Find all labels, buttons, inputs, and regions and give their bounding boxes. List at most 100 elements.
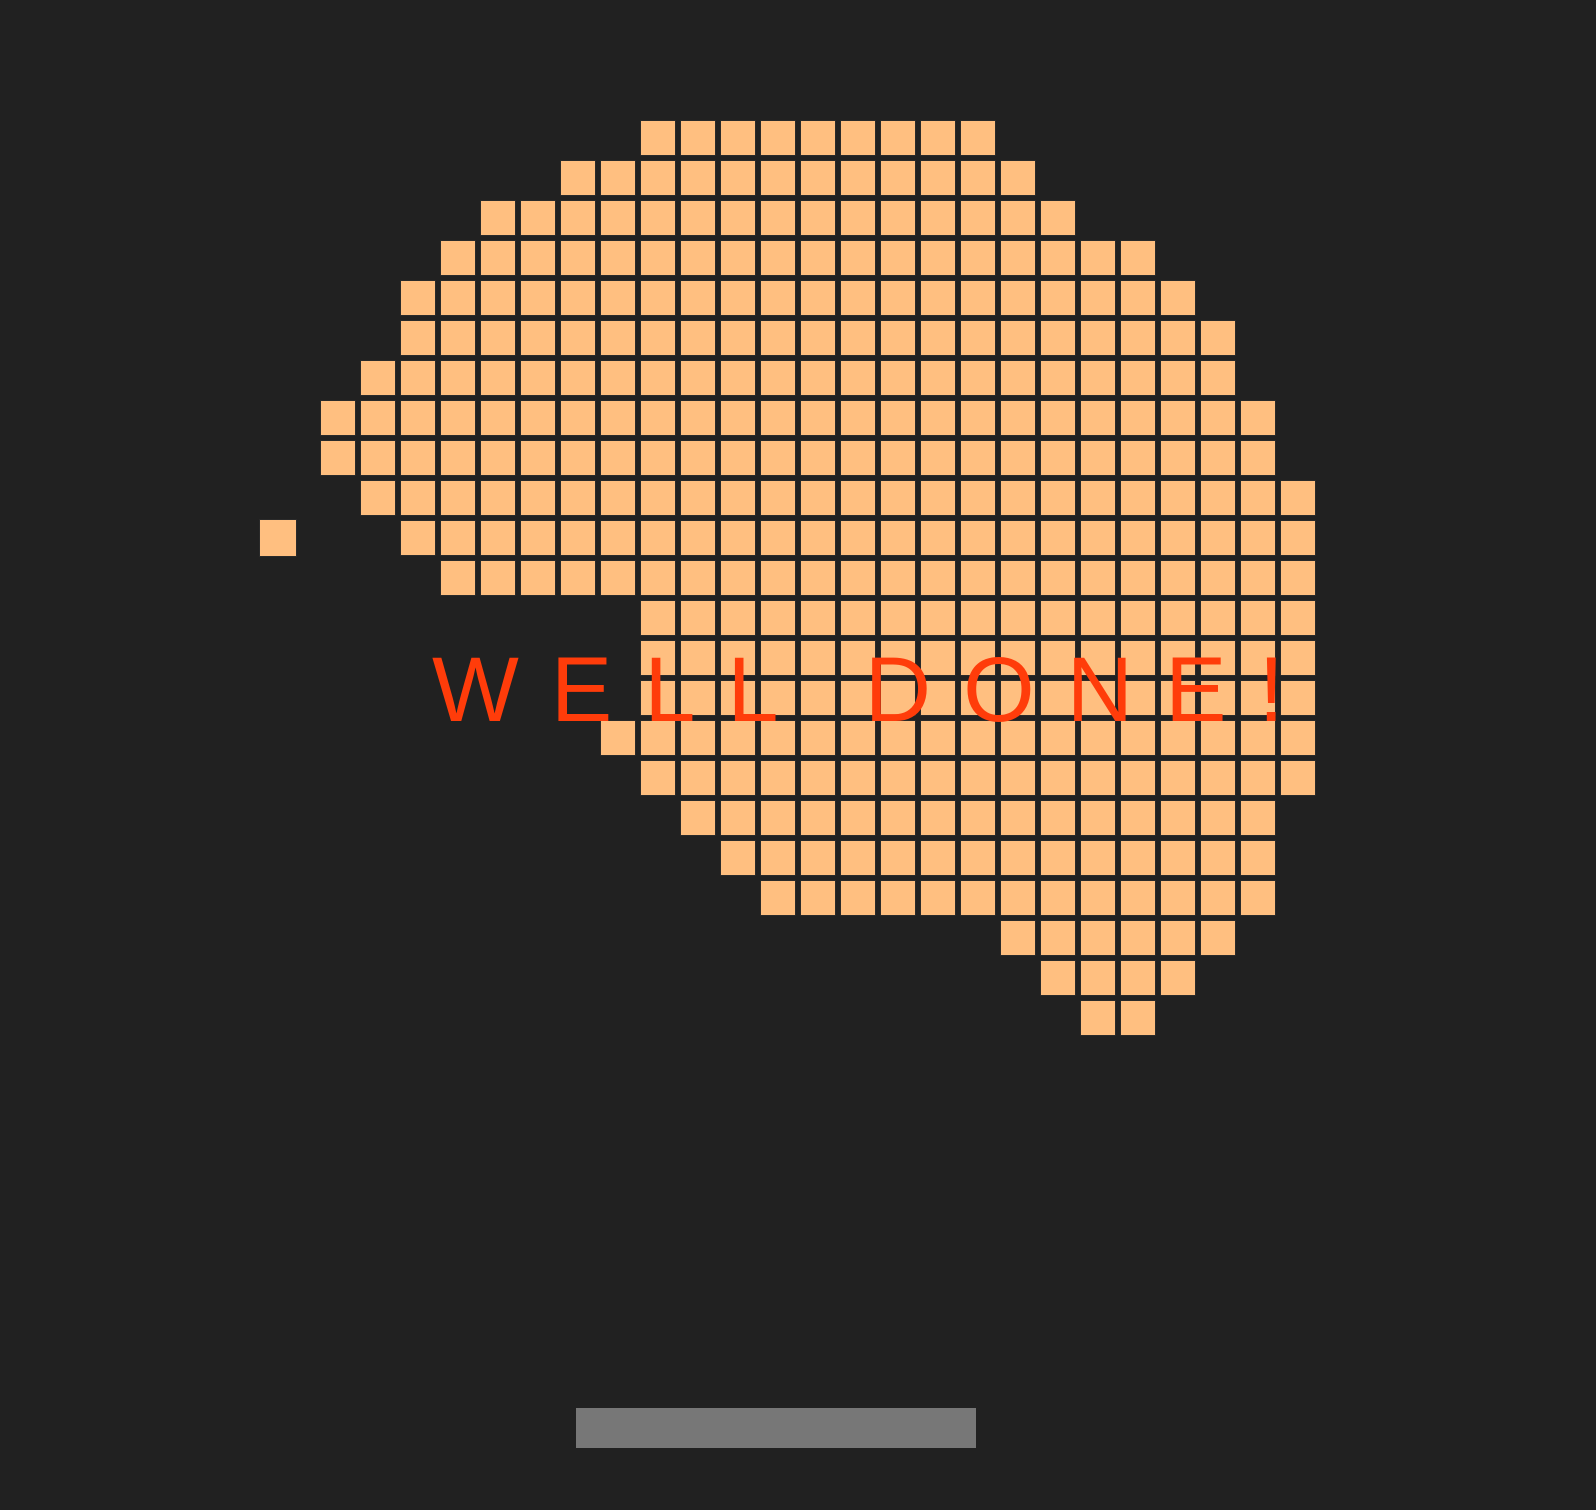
brick xyxy=(720,360,756,396)
brick xyxy=(880,440,916,476)
brick xyxy=(1000,320,1036,356)
brick xyxy=(720,480,756,516)
brick xyxy=(1040,880,1076,916)
brick xyxy=(920,160,956,196)
brick xyxy=(920,320,956,356)
brick xyxy=(680,800,716,836)
brick xyxy=(680,200,716,236)
brick xyxy=(960,440,996,476)
brick xyxy=(920,360,956,396)
brick xyxy=(360,480,396,516)
brick xyxy=(520,200,556,236)
brick xyxy=(400,360,436,396)
brick xyxy=(920,440,956,476)
brick xyxy=(1200,360,1236,396)
brick xyxy=(960,160,996,196)
brick xyxy=(400,440,436,476)
brick xyxy=(480,440,516,476)
brick xyxy=(520,480,556,516)
brick xyxy=(1120,440,1156,476)
brick xyxy=(1120,280,1156,316)
brick xyxy=(1040,960,1076,996)
brick xyxy=(1080,760,1116,796)
brick xyxy=(1120,480,1156,516)
brick xyxy=(1040,840,1076,876)
brick xyxy=(1120,400,1156,436)
brick xyxy=(1200,400,1236,436)
brick xyxy=(1280,520,1316,556)
brick xyxy=(1000,880,1036,916)
brick xyxy=(920,240,956,276)
brick xyxy=(840,560,876,596)
brick xyxy=(840,120,876,156)
brick xyxy=(440,560,476,596)
brick xyxy=(1080,320,1116,356)
brick xyxy=(800,400,836,436)
brick xyxy=(880,320,916,356)
brick xyxy=(800,360,836,396)
brick xyxy=(760,880,796,916)
brick xyxy=(1160,960,1196,996)
brick xyxy=(560,240,596,276)
game-canvas[interactable]: WELL DONE! xyxy=(0,0,1596,1510)
brick xyxy=(800,320,836,356)
brick xyxy=(360,400,396,436)
brick xyxy=(640,120,676,156)
brick xyxy=(1000,280,1036,316)
brick xyxy=(1080,920,1116,956)
brick xyxy=(760,120,796,156)
brick xyxy=(640,560,676,596)
brick xyxy=(1080,440,1116,476)
brick xyxy=(840,200,876,236)
brick xyxy=(720,320,756,356)
brick xyxy=(800,520,836,556)
brick xyxy=(1040,360,1076,396)
brick xyxy=(1000,400,1036,436)
brick xyxy=(800,600,836,636)
brick xyxy=(1200,880,1236,916)
brick xyxy=(680,600,716,636)
brick xyxy=(680,320,716,356)
brick xyxy=(1120,800,1156,836)
brick xyxy=(1080,960,1116,996)
brick xyxy=(800,240,836,276)
brick xyxy=(440,280,476,316)
brick xyxy=(1000,840,1036,876)
brick xyxy=(680,240,716,276)
brick xyxy=(520,520,556,556)
brick xyxy=(1160,760,1196,796)
brick xyxy=(1040,760,1076,796)
brick xyxy=(1040,440,1076,476)
brick xyxy=(840,800,876,836)
brick xyxy=(720,800,756,836)
brick xyxy=(760,160,796,196)
brick xyxy=(960,120,996,156)
brick xyxy=(680,440,716,476)
brick xyxy=(1200,440,1236,476)
brick xyxy=(1000,600,1036,636)
brick xyxy=(1160,480,1196,516)
brick xyxy=(600,320,636,356)
brick xyxy=(760,520,796,556)
brick xyxy=(720,120,756,156)
brick xyxy=(800,760,836,796)
brick xyxy=(1240,600,1276,636)
brick xyxy=(1080,840,1116,876)
paddle[interactable] xyxy=(576,1408,976,1448)
brick xyxy=(920,400,956,436)
brick xyxy=(1240,800,1276,836)
win-message: WELL DONE! xyxy=(432,639,1317,741)
brick xyxy=(520,320,556,356)
brick xyxy=(1080,240,1116,276)
brick xyxy=(1200,840,1236,876)
brick xyxy=(360,440,396,476)
brick xyxy=(1160,280,1196,316)
brick xyxy=(760,440,796,476)
brick xyxy=(800,160,836,196)
brick xyxy=(800,120,836,156)
brick xyxy=(880,600,916,636)
brick xyxy=(1120,880,1156,916)
brick xyxy=(1000,200,1036,236)
brick xyxy=(520,240,556,276)
brick xyxy=(880,480,916,516)
